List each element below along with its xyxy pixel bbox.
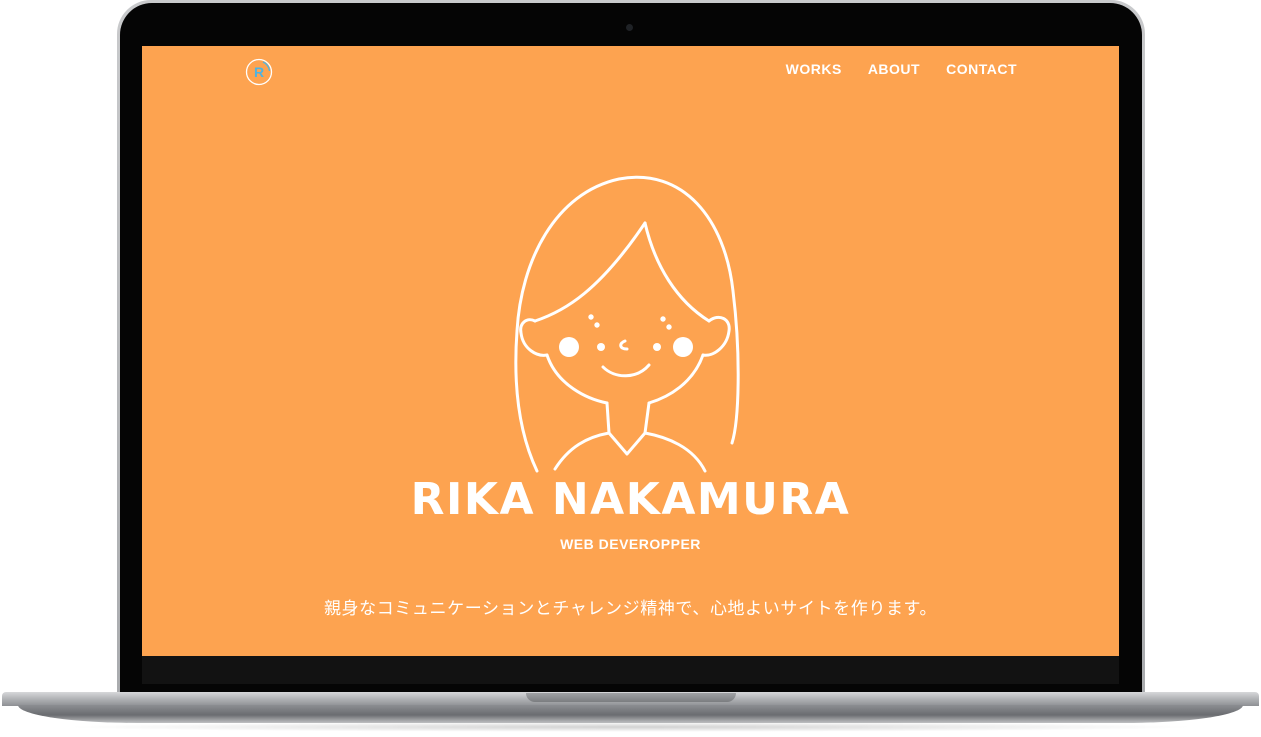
hero-name: RIKA NAKAMURA <box>410 474 851 525</box>
nav-works[interactable]: WORKS <box>786 61 842 77</box>
laptop-chin <box>142 656 1119 684</box>
nav-about[interactable]: ABOUT <box>868 61 920 77</box>
main-nav: WORKS ABOUT CONTACT <box>786 61 1017 77</box>
laptop-opening-notch <box>526 693 736 702</box>
nav-contact[interactable]: CONTACT <box>946 61 1017 77</box>
svg-text:R: R <box>254 64 264 80</box>
website-screen: R WORKS ABOUT CONTACT RIKA NAKAMURA WEB … <box>142 46 1119 656</box>
webcam-icon <box>626 24 633 31</box>
laptop-shadow <box>60 722 1201 732</box>
laptop-base-lip <box>18 705 1243 723</box>
hero-tagline: 親身なコミュニケーションとチャレンジ精神で、心地よいサイトを作ります。 <box>323 599 938 619</box>
hero-role: WEB DEVEROPPER <box>560 536 701 552</box>
r-logo-icon[interactable]: R <box>244 57 274 87</box>
avatar-illustration-icon <box>514 175 740 473</box>
